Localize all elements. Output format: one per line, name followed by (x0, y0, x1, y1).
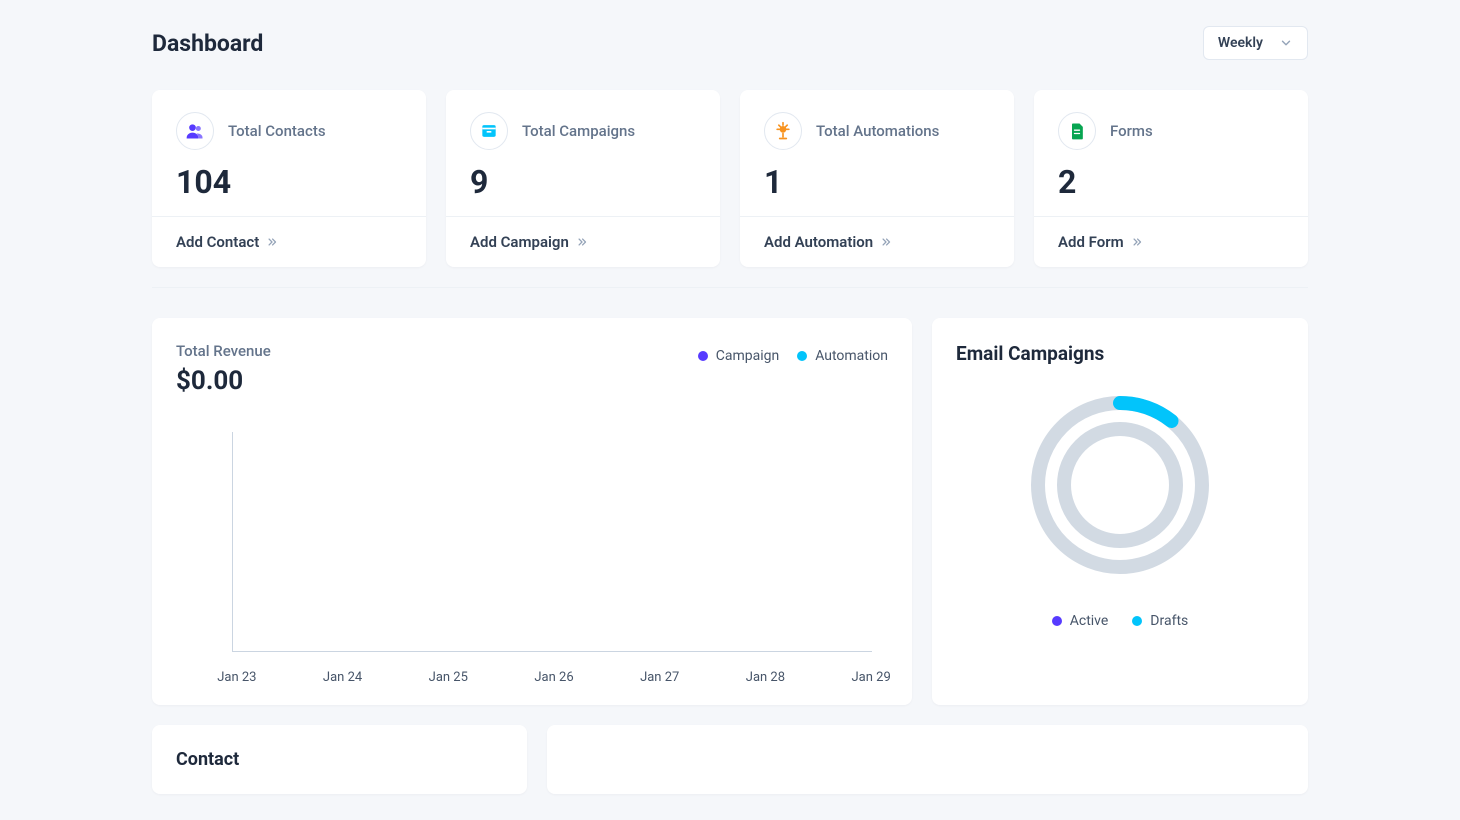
stat-action-label: Add Contact (176, 233, 259, 251)
stat-action-label: Add Automation (764, 233, 873, 251)
email-legend: Active Drafts (1052, 613, 1189, 629)
chevron-double-right-icon (575, 235, 589, 249)
secondary-card (547, 725, 1308, 794)
email-campaigns-card: Email Campaigns Active (932, 318, 1308, 705)
add-contact-button[interactable]: Add Contact (152, 216, 426, 267)
stat-card-forms: Forms 2 Add Form (1034, 90, 1308, 267)
legend-dot-icon (1052, 616, 1062, 626)
legend-dot-icon (698, 351, 708, 361)
stat-action-label: Add Form (1058, 233, 1124, 251)
contacts-icon (176, 112, 214, 150)
legend-item-automation: Automation (797, 348, 888, 364)
chart-x-axis: Jan 23 Jan 24 Jan 25 Jan 26 Jan 27 Jan 2… (184, 670, 924, 685)
stat-label: Total Automations (816, 122, 939, 140)
x-tick: Jan 24 (290, 670, 396, 685)
stat-value: 104 (176, 166, 402, 198)
revenue-value: $0.00 (176, 366, 271, 396)
legend-dot-icon (1132, 616, 1142, 626)
timeframe-dropdown[interactable]: Weekly (1203, 26, 1308, 60)
chevron-double-right-icon (879, 235, 893, 249)
campaigns-icon (470, 112, 508, 150)
legend-item-drafts: Drafts (1132, 613, 1188, 629)
stat-cards-row: Total Contacts 104 Add Contact Total Cam… (152, 90, 1308, 267)
timeframe-dropdown-label: Weekly (1218, 35, 1263, 51)
email-campaigns-title: Email Campaigns (956, 342, 1284, 365)
automations-icon (764, 112, 802, 150)
x-tick: Jan 27 (607, 670, 713, 685)
stat-card-campaigns: Total Campaigns 9 Add Campaign (446, 90, 720, 267)
add-campaign-button[interactable]: Add Campaign (446, 216, 720, 267)
forms-icon (1058, 112, 1096, 150)
stat-label: Forms (1110, 122, 1153, 140)
x-tick: Jan 25 (395, 670, 501, 685)
contact-title: Contact (176, 749, 503, 770)
stat-label: Total Contacts (228, 122, 326, 140)
x-tick: Jan 26 (501, 670, 607, 685)
chart-plot-area (232, 432, 872, 652)
chevron-down-icon (1279, 36, 1293, 50)
add-automation-button[interactable]: Add Automation (740, 216, 1014, 267)
chevron-double-right-icon (265, 235, 279, 249)
stat-value: 1 (764, 166, 990, 198)
legend-label: Campaign (716, 348, 779, 364)
stat-label: Total Campaigns (522, 122, 635, 140)
chevron-double-right-icon (1130, 235, 1144, 249)
legend-label: Active (1070, 613, 1109, 629)
add-form-button[interactable]: Add Form (1034, 216, 1308, 267)
legend-label: Automation (815, 348, 888, 364)
revenue-card: Total Revenue $0.00 Campaign Automation (152, 318, 912, 705)
x-tick: Jan 23 (184, 670, 290, 685)
revenue-chart: Jan 23 Jan 24 Jan 25 Jan 26 Jan 27 Jan 2… (176, 432, 888, 685)
stat-value: 9 (470, 166, 696, 198)
stat-action-label: Add Campaign (470, 233, 569, 251)
x-tick: Jan 28 (713, 670, 819, 685)
revenue-title: Total Revenue (176, 342, 271, 360)
legend-item-active: Active (1052, 613, 1109, 629)
stat-card-automations: Total Automations 1 Add Automation (740, 90, 1014, 267)
legend-label: Drafts (1150, 613, 1188, 629)
stat-value: 2 (1058, 166, 1284, 198)
legend-item-campaign: Campaign (698, 348, 779, 364)
x-tick: Jan 29 (818, 670, 924, 685)
contact-card: Contact (152, 725, 527, 794)
page-title: Dashboard (152, 30, 263, 57)
divider (152, 287, 1308, 288)
email-campaigns-donut (1020, 385, 1220, 585)
revenue-legend: Campaign Automation (698, 342, 888, 364)
legend-dot-icon (797, 351, 807, 361)
stat-card-contacts: Total Contacts 104 Add Contact (152, 90, 426, 267)
page-header: Dashboard Weekly (152, 26, 1308, 60)
